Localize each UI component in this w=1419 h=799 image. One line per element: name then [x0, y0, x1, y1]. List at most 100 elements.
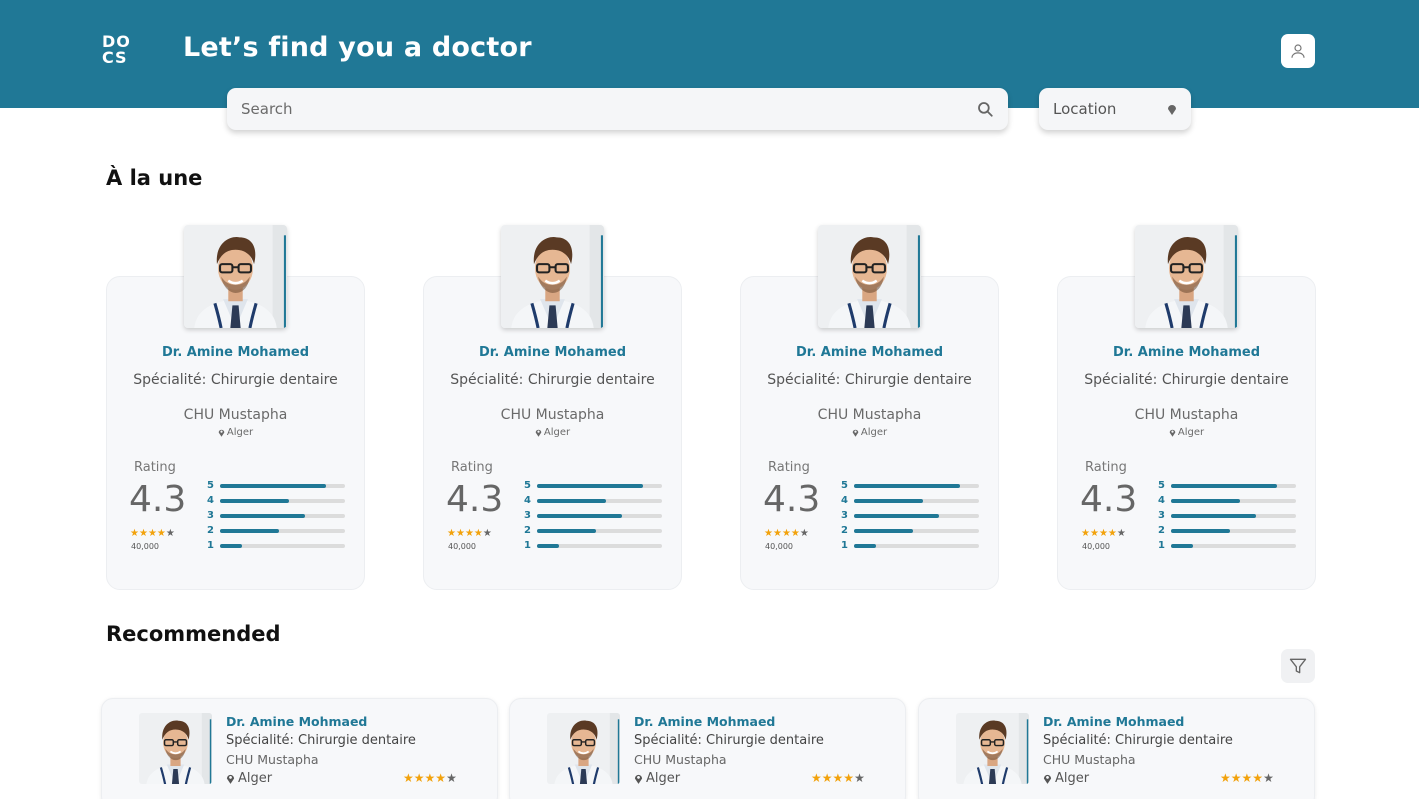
rating-bar-label: 2: [1157, 525, 1165, 536]
doctor-photo-frame: [547, 713, 620, 784]
star-icon: ★: [1107, 528, 1117, 539]
star-icon: ★: [1252, 771, 1264, 785]
star-icon: ★: [424, 771, 436, 785]
filter-button[interactable]: [1281, 649, 1315, 683]
rating-bar-fill: [1170, 498, 1240, 503]
rating-bar-fill: [1170, 483, 1278, 488]
doctor-hospital: CHU Mustapha: [1043, 752, 1136, 767]
rating-bar-fill: [853, 513, 939, 518]
recommended-doctor-card[interactable]: Dr. Amine Mohmaed Spécialité: Chirurgie …: [918, 698, 1315, 799]
recommended-doctor-card[interactable]: Dr. Amine Mohmaed Spécialité: Chirurgie …: [509, 698, 906, 799]
rating-bar-fill: [219, 528, 279, 533]
featured-doctor-card[interactable]: Dr. Amine Mohamed Spécialité: Chirurgie …: [740, 225, 999, 590]
doctor-specialty: Spécialité: Chirurgie dentaire: [133, 372, 338, 388]
rating-bar-track: [1170, 528, 1296, 533]
rating-value: 4.3: [129, 479, 187, 520]
search-input[interactable]: [241, 100, 976, 118]
docs-logo[interactable]: DO CS: [102, 34, 136, 66]
doctor-city-label: Alger: [226, 427, 254, 438]
star-icon: ★: [156, 528, 166, 539]
rating-bar-row: 4: [1156, 493, 1296, 508]
rating-bar-label: 1: [840, 540, 848, 551]
rating-count: 40,000: [1082, 542, 1110, 551]
doctor-specialty: Spécialité: Chirurgie dentaire: [1043, 733, 1233, 748]
doctor-city: Alger: [226, 771, 272, 786]
doctor-hospital: CHU Mustapha: [634, 752, 727, 767]
search-icon[interactable]: [976, 100, 994, 118]
rating-label: Rating: [1085, 460, 1127, 475]
filter-icon: [1289, 658, 1307, 674]
rating-count: 40,000: [765, 542, 793, 551]
rating-stars: ★★★★★: [1081, 529, 1126, 539]
doctor-name[interactable]: Dr. Amine Mohmaed: [226, 714, 367, 729]
location-pin-icon: [634, 774, 643, 784]
star-icon: ★: [1081, 528, 1090, 539]
rating-bar-track: [853, 498, 979, 503]
doctor-photo-frame: [184, 225, 287, 328]
location-dropdown[interactable]: Location: [1039, 88, 1191, 130]
doctor-city-label: Alger: [238, 771, 273, 786]
rating-bar-track: [1170, 483, 1296, 488]
rating-bar-row: 5: [522, 478, 662, 493]
star-icon: ★: [1098, 528, 1108, 539]
doctor-specialty: Spécialité: Chirurgie dentaire: [450, 372, 655, 388]
doctor-photo: [818, 225, 921, 328]
doctor-name[interactable]: Dr. Amine Mohamed: [1058, 345, 1315, 360]
rating-bar-track: [853, 528, 979, 533]
recommended-section-title: Recommended: [106, 622, 281, 646]
rating-label: Rating: [134, 460, 176, 475]
star-icon: ★: [446, 771, 457, 785]
rating-distribution: 5 4 3 2 1: [839, 478, 979, 553]
star-icon: ★: [482, 528, 492, 539]
rating-bar-label: 2: [206, 525, 214, 536]
rating-bar-row: 1: [205, 538, 345, 553]
rating-bar-fill: [853, 528, 913, 533]
rating-bar-track: [219, 498, 345, 503]
rating-stars: ★★★★★: [1220, 772, 1274, 784]
location-pin-icon: [1043, 774, 1052, 784]
featured-doctor-card[interactable]: Dr. Amine Mohamed Spécialité: Chirurgie …: [106, 225, 365, 590]
doctor-name[interactable]: Dr. Amine Mohmaed: [1043, 714, 1184, 729]
location-pin-icon: [226, 774, 235, 784]
rating-distribution: 5 4 3 2 1: [205, 478, 345, 553]
doctor-photo: [184, 225, 287, 328]
star-icon: ★: [799, 528, 809, 539]
rating-bar-fill: [1170, 528, 1230, 533]
doctor-name[interactable]: Dr. Amine Mohamed: [741, 345, 998, 360]
doctor-specialty: Spécialité: Chirurgie dentaire: [1084, 372, 1289, 388]
rating-bar-track: [536, 528, 662, 533]
star-icon: ★: [165, 528, 175, 539]
rating-bar-label: 1: [1157, 540, 1165, 551]
featured-doctor-card[interactable]: Dr. Amine Mohamed Spécialité: Chirurgie …: [423, 225, 682, 590]
rating-bar-label: 5: [523, 480, 531, 491]
rating-bar-row: 1: [839, 538, 979, 553]
location-pin-icon: [1168, 105, 1176, 115]
rating-bar-row: 3: [205, 508, 345, 523]
profile-button[interactable]: [1281, 34, 1315, 68]
doctor-city: Alger: [107, 427, 364, 438]
rating-bar-track: [219, 513, 345, 518]
rating-bar-label: 3: [1157, 510, 1165, 521]
star-icon: ★: [455, 528, 465, 539]
doctor-photo-frame: [139, 713, 212, 784]
rating-bar-fill: [536, 543, 560, 548]
star-icon: ★: [1263, 771, 1274, 785]
rating-bar-track: [536, 483, 662, 488]
doctor-name[interactable]: Dr. Amine Mohamed: [107, 345, 364, 360]
recommended-doctor-card[interactable]: Dr. Amine Mohmaed Spécialité: Chirurgie …: [101, 698, 498, 799]
doctor-specialty: Spécialité: Chirurgie dentaire: [226, 733, 416, 748]
rating-bar-row: 5: [1156, 478, 1296, 493]
featured-doctor-card[interactable]: Dr. Amine Mohamed Spécialité: Chirurgie …: [1057, 225, 1316, 590]
rating-bar-track: [219, 483, 345, 488]
rating-value: 4.3: [446, 479, 504, 520]
rating-bar-fill: [536, 498, 606, 503]
doctor-name[interactable]: Dr. Amine Mohamed: [424, 345, 681, 360]
page-title: Let’s find you a doctor: [183, 32, 532, 63]
doctor-photo: [956, 713, 1029, 784]
doctor-city-label: Alger: [1055, 771, 1090, 786]
doctor-hospital: CHU Mustapha: [226, 752, 319, 767]
doctor-name[interactable]: Dr. Amine Mohmaed: [634, 714, 775, 729]
rating-bar-label: 1: [206, 540, 214, 551]
rating-bar-fill: [219, 498, 289, 503]
star-icon: ★: [403, 771, 414, 785]
